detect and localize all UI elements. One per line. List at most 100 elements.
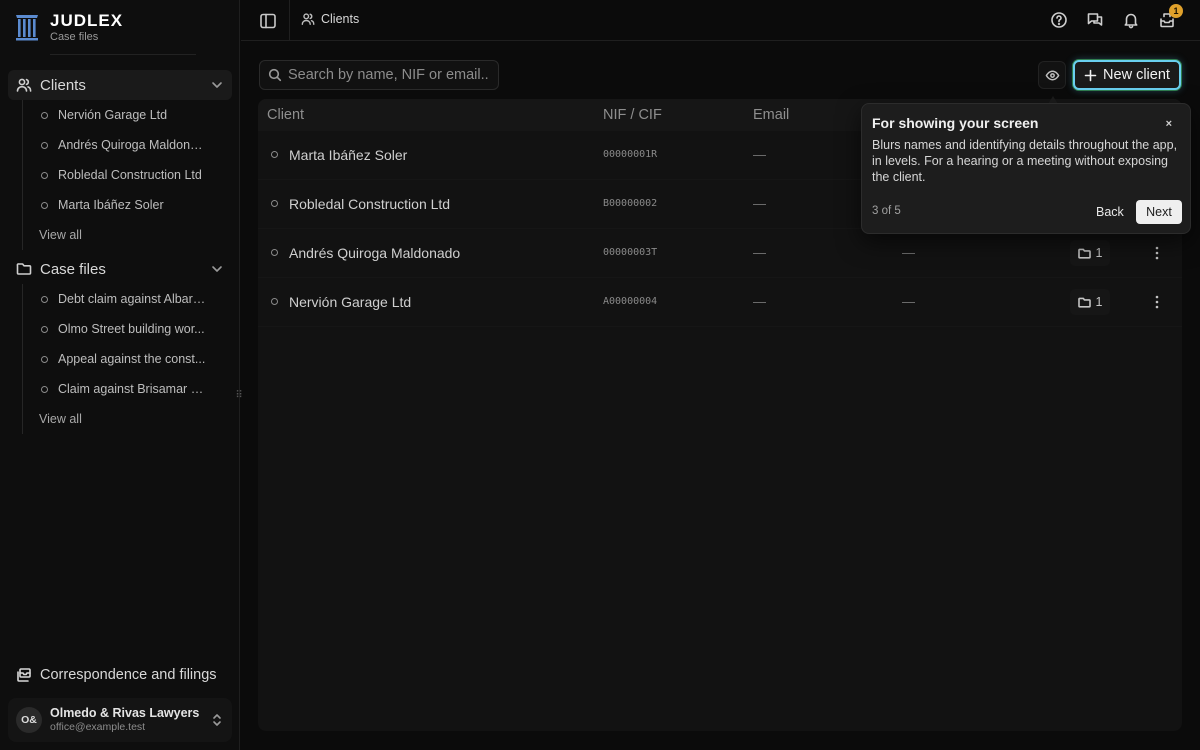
client-phone: — (902, 294, 915, 309)
columns-logo-icon (16, 15, 38, 41)
sidebar-group-label: Case files (40, 260, 106, 278)
sidebar-group-clients[interactable]: Clients (8, 70, 232, 100)
messages-icon[interactable] (1086, 11, 1104, 29)
sidebar-item-label: Appeal against the const... (58, 352, 206, 366)
case-files-count-button[interactable]: 1 (1070, 289, 1110, 315)
divider (50, 54, 196, 55)
client-email: — (753, 147, 766, 162)
sidebar-toggle-icon[interactable] (259, 12, 277, 30)
bullet-icon (41, 295, 48, 303)
view-all-case-files-link[interactable]: View all (23, 404, 218, 434)
sidebar-item-client[interactable]: Andrés Quiroga Maldonado (23, 130, 218, 160)
inbox-stack-icon (17, 668, 31, 682)
new-client-button[interactable]: New client (1073, 60, 1181, 90)
eye-icon (1045, 70, 1059, 80)
client-email: — (753, 294, 766, 309)
help-icon[interactable] (1050, 11, 1068, 29)
sidebar-item-case-file[interactable]: Olmo Street building wor... (23, 314, 218, 344)
bullet-icon (41, 171, 48, 179)
column-header-email[interactable]: Email (753, 107, 789, 123)
brand-subtitle: Case files (50, 31, 99, 43)
more-vertical-icon[interactable] (1150, 293, 1164, 311)
client-name[interactable]: Andrés Quiroga Maldonado (289, 245, 460, 261)
sidebar-item-label: Olmo Street building wor... (58, 322, 205, 336)
brand[interactable]: JUDLEX Case files (14, 12, 123, 43)
tour-back-button[interactable]: Back (1089, 201, 1131, 223)
search-input[interactable] (288, 67, 488, 83)
folder-icon (1077, 248, 1091, 259)
more-vertical-icon[interactable] (1150, 244, 1164, 262)
bullet-icon (41, 141, 48, 149)
sidebar-item-label: Andrés Quiroga Maldonado (58, 138, 206, 152)
sidebar-group-case-files[interactable]: Case files (8, 254, 232, 284)
sidebar-resize-handle[interactable]: ⠿ (235, 389, 243, 403)
sidebar-item-label: Robledal Construction Ltd (58, 168, 202, 182)
case-files-sublist: Debt claim against Albarr... Olmo Street… (22, 284, 218, 434)
sidebar-item-label: Claim against Brisamar In... (58, 382, 206, 396)
tour-description: Blurs names and identifying details thro… (872, 138, 1178, 184)
sidebar-item-label: Nervión Garage Ltd (58, 108, 168, 122)
sidebar-item-case-file[interactable]: Appeal against the const... (23, 344, 218, 374)
status-dot-icon (271, 151, 278, 158)
sidebar-item-label: Debt claim against Albarr... (58, 292, 206, 306)
case-files-count-button[interactable]: 1 (1070, 240, 1110, 266)
client-nif: 00000003T (603, 247, 658, 258)
sidebar-item-client[interactable]: Nervión Garage Ltd (23, 100, 218, 130)
client-nif: A00000004 (603, 296, 658, 307)
sidebar-item-label: Correspondence and filings (40, 667, 217, 683)
client-name[interactable]: Marta Ibáñez Soler (289, 147, 407, 163)
bullet-icon (41, 355, 48, 363)
table-row[interactable]: Andrés Quiroga Maldonado 00000003T — — 1 (258, 229, 1182, 278)
bullet-icon (41, 201, 48, 209)
client-email: — (753, 196, 766, 211)
sidebar-item-client[interactable]: Marta Ibáñez Soler (23, 190, 218, 220)
brand-name: JUDLEX (50, 11, 124, 30)
tour-step-counter: 3 of 5 (872, 205, 901, 217)
sidebar-item-case-file[interactable]: Claim against Brisamar In... (23, 374, 218, 404)
account-name: Olmedo & Rivas Lawyers (50, 706, 200, 720)
client-nif: B00000002 (603, 198, 658, 209)
case-files-count: 1 (1095, 295, 1103, 309)
sidebar: JUDLEX Case files Clients Nervión Garage… (0, 0, 243, 750)
chevron-down-icon[interactable] (210, 78, 224, 92)
status-dot-icon (271, 249, 278, 256)
search-field[interactable] (259, 60, 499, 90)
sidebar-item-client[interactable]: Robledal Construction Ltd (23, 160, 218, 190)
plus-icon (1084, 69, 1097, 81)
search-icon (268, 68, 282, 82)
chevron-down-icon[interactable] (210, 262, 224, 276)
bullet-icon (41, 325, 48, 333)
client-email: — (753, 245, 766, 260)
client-name[interactable]: Robledal Construction Ltd (289, 196, 450, 212)
folder-icon (16, 263, 32, 275)
users-icon (16, 78, 32, 92)
bullet-icon (41, 111, 48, 119)
sidebar-item-case-file[interactable]: Debt claim against Albarr... (23, 284, 218, 314)
column-header-nif[interactable]: NIF / CIF (603, 107, 662, 123)
users-icon (301, 13, 315, 25)
column-header-client[interactable]: Client (267, 107, 304, 123)
case-files-count: 1 (1095, 246, 1103, 260)
view-all-clients-link[interactable]: View all (23, 220, 218, 250)
breadcrumb-label: Clients (321, 12, 360, 26)
tour-popover: For showing your screen × Blurs names an… (861, 103, 1191, 234)
client-nif: 00000001R (603, 149, 658, 160)
sidebar-item-correspondence[interactable]: Correspondence and filings (8, 660, 232, 690)
status-dot-icon (271, 200, 278, 207)
bell-icon[interactable] (1122, 11, 1140, 29)
new-client-label: New client (1103, 67, 1170, 83)
breadcrumb[interactable]: Clients (301, 12, 359, 26)
bullet-icon (41, 385, 48, 393)
avatar: O& (16, 707, 42, 733)
sidebar-group-label: Clients (40, 76, 86, 94)
folder-icon (1077, 297, 1091, 308)
table-row[interactable]: Nervión Garage Ltd A00000004 — — 1 (258, 278, 1182, 327)
tour-next-button[interactable]: Next (1136, 200, 1182, 224)
account-switcher[interactable]: O& Olmedo & Rivas Lawyers office@example… (8, 698, 232, 742)
notification-badge: 1 (1169, 4, 1183, 18)
close-icon[interactable]: × (1166, 118, 1172, 130)
privacy-blur-button[interactable] (1038, 61, 1066, 89)
chevrons-up-down-icon (213, 714, 221, 726)
client-phone: — (902, 245, 915, 260)
client-name[interactable]: Nervión Garage Ltd (289, 294, 411, 310)
